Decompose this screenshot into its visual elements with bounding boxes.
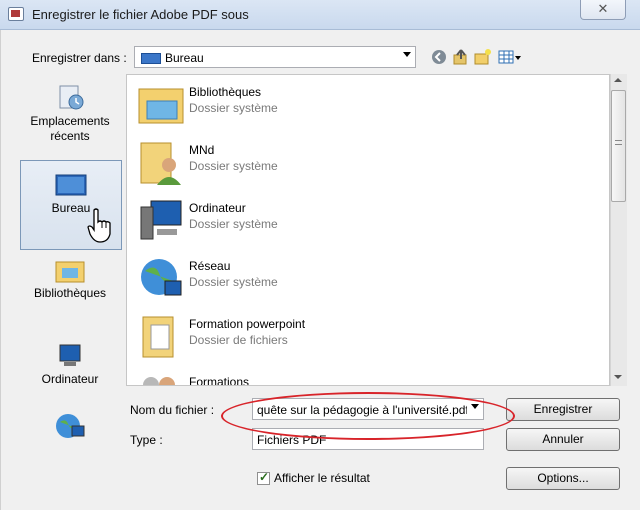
list-item[interactable]: Ordinateur Dossier système (133, 195, 593, 251)
window-title: Enregistrer le fichier Adobe PDF sous (32, 7, 249, 22)
list-item[interactable]: Réseau Dossier système (133, 253, 593, 309)
folder-people-icon (137, 371, 185, 385)
file-name: Réseau (189, 259, 231, 273)
file-name: Ordinateur (189, 201, 246, 215)
views-menu-icon[interactable] (498, 48, 522, 66)
scroll-up-icon[interactable] (614, 78, 622, 82)
desktop-icon (141, 53, 161, 64)
list-item[interactable]: Formations (133, 369, 593, 386)
annotation-oval (221, 392, 515, 440)
folder-icon (137, 313, 185, 361)
network-globe-icon (137, 255, 185, 303)
up-folder-icon[interactable] (452, 48, 470, 66)
libraries-folder-icon (137, 81, 185, 129)
new-folder-icon[interactable] (474, 48, 492, 66)
save-in-label: Enregistrer dans : (32, 51, 127, 65)
list-item[interactable]: Formation powerpoint Dossier de fichiers (133, 311, 593, 367)
app-icon (8, 7, 24, 21)
recent-places-icon (54, 84, 86, 112)
file-name: Formations (189, 375, 250, 386)
list-item[interactable]: Bibliothèques Dossier système (133, 79, 593, 135)
place-libraries[interactable]: Bibliothèques (20, 246, 120, 334)
places-bar: Emplacements récents Bureau Bibliothèque… (16, 74, 124, 476)
scrollbar-thumb[interactable] (611, 90, 626, 202)
list-item[interactable]: MNd Dossier système (133, 137, 593, 193)
file-type: Dossier système (189, 159, 278, 173)
user-folder-icon (137, 139, 185, 187)
save-button[interactable]: Enregistrer (506, 398, 620, 421)
options-button[interactable]: Options... (506, 467, 620, 490)
show-result-checkbox[interactable] (257, 470, 270, 485)
back-icon[interactable] (430, 48, 448, 66)
show-result-label: Afficher le résultat (274, 471, 370, 485)
computer-icon (137, 197, 185, 245)
file-type: Dossier de fichiers (189, 333, 288, 347)
filename-label: Nom du fichier : (130, 403, 215, 417)
close-button[interactable]: ✕ (580, 0, 626, 20)
chevron-down-icon (403, 52, 411, 57)
file-type: Dossier système (189, 275, 278, 289)
cancel-button[interactable]: Annuler (506, 428, 620, 451)
file-name: Formation powerpoint (189, 317, 306, 331)
place-label: Ordinateur (41, 372, 99, 386)
save-in-value: Bureau (165, 51, 204, 65)
place-network[interactable] (20, 398, 120, 486)
place-label: Emplacements récents (30, 114, 110, 143)
place-label: Bibliothèques (33, 286, 107, 300)
hand-pointer-icon (86, 208, 116, 244)
file-type: Dossier système (189, 217, 278, 231)
file-list[interactable]: Bibliothèques Dossier système MNd Dossie… (126, 74, 610, 386)
place-recent[interactable]: Emplacements récents (20, 74, 120, 162)
file-name: MNd (189, 143, 215, 157)
file-type: Dossier système (189, 101, 278, 115)
libraries-icon (54, 256, 86, 284)
scroll-down-icon[interactable] (614, 375, 622, 379)
save-in-dropdown[interactable]: Bureau (134, 46, 416, 68)
network-icon (54, 412, 86, 440)
desktop-icon (55, 171, 87, 199)
type-label: Type : (130, 433, 163, 447)
computer-icon (54, 342, 86, 370)
file-name: Bibliothèques (189, 85, 262, 99)
grip-icon (615, 140, 622, 145)
